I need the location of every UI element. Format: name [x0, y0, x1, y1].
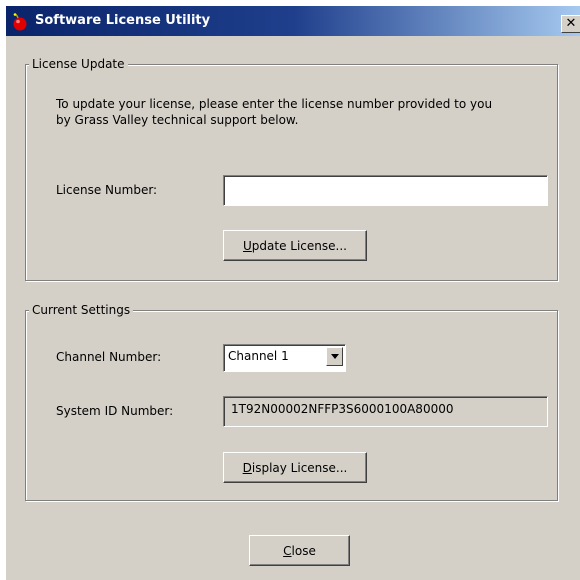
chevron-down-icon[interactable]: [326, 347, 343, 366]
system-id-field: 1T92N00002NFFP3S6000100A80000: [223, 396, 548, 427]
update-license-mnemonic: U: [243, 238, 252, 253]
license-instructions: To update your license, please enter the…: [56, 96, 492, 128]
channel-number-select[interactable]: Channel 1: [223, 344, 346, 372]
close-mnemonic: C: [283, 543, 292, 558]
license-number-label: License Number:: [56, 183, 158, 197]
title-bar[interactable]: Software License Utility ✕: [6, 6, 580, 36]
update-license-button[interactable]: Update License...: [223, 230, 367, 261]
license-number-input[interactable]: [223, 175, 548, 206]
instructions-line-2: by Grass Valley technical support below.: [56, 113, 299, 127]
channel-number-value: Channel 1: [228, 349, 289, 363]
channel-number-label: Channel Number:: [56, 350, 162, 364]
display-license-label: isplay License...: [251, 460, 348, 475]
dialog-window: Software License Utility ✕ License Updat…: [5, 5, 580, 580]
system-id-label: System ID Number:: [56, 404, 174, 418]
license-update-legend: License Update: [29, 57, 128, 72]
close-icon[interactable]: ✕: [561, 15, 580, 33]
close-button[interactable]: Close: [249, 535, 350, 566]
current-settings-legend: Current Settings: [29, 303, 134, 318]
display-license-mnemonic: D: [242, 460, 252, 475]
display-license-button[interactable]: Display License...: [223, 452, 367, 483]
update-license-label: pdate License...: [251, 238, 347, 253]
window-title: Software License Utility: [35, 13, 211, 28]
instructions-line-1: To update your license, please enter the…: [56, 97, 493, 111]
red-bomb-icon: [13, 13, 27, 31]
close-label: lose: [291, 543, 316, 558]
system-id-value: 1T92N00002NFFP3S6000100A80000: [231, 402, 454, 416]
